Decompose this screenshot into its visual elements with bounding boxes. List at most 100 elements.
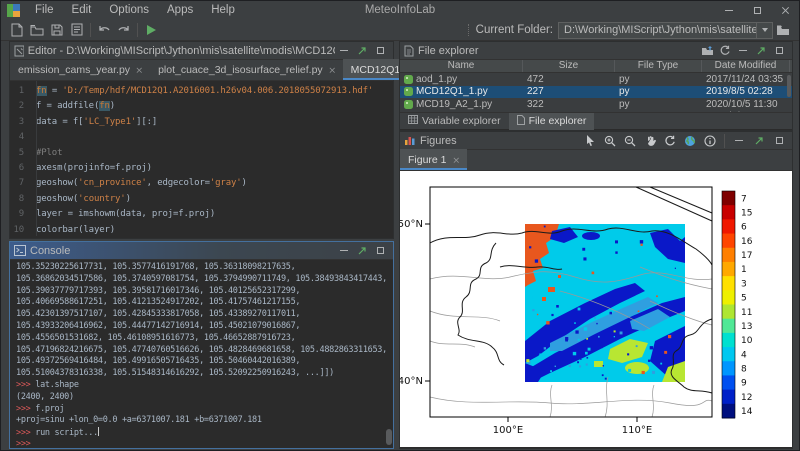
colorbar-label: 8 bbox=[741, 365, 747, 375]
console-line: 105.36862034517586, 105.3740597081754, 1… bbox=[16, 274, 389, 286]
console-line: 105.42301397517107, 105.42845333817058, … bbox=[16, 309, 389, 321]
colorbar-segment bbox=[722, 205, 735, 220]
code-line: 3data = f['LC_Type1'][:] bbox=[10, 115, 393, 130]
column-header[interactable]: Name bbox=[400, 60, 523, 72]
python-file-icon bbox=[404, 87, 413, 96]
editor-panel: Editor - D:\Working\MIScript\Jython\mis\… bbox=[9, 41, 394, 239]
minimize-button[interactable] bbox=[715, 1, 743, 19]
code-editor[interactable]: 1fn = 'D:/Temp/hdf/MCD12Q1.A2016001.h26v… bbox=[10, 81, 393, 236]
pan-hand-icon bbox=[645, 135, 656, 147]
file-type: py bbox=[615, 74, 702, 85]
save-all-button[interactable] bbox=[67, 21, 87, 39]
file-table-scrollbar[interactable] bbox=[787, 75, 791, 97]
file-name: aod_1.py bbox=[416, 74, 457, 85]
console-line: >>> lat.shape bbox=[16, 380, 389, 392]
undo-button[interactable] bbox=[94, 21, 114, 39]
new-file-button[interactable] bbox=[7, 21, 27, 39]
console-float-button[interactable] bbox=[353, 243, 371, 259]
figure-canvas[interactable]: 50°N 40°N 100°E 110°E 715616171351113104… bbox=[400, 171, 792, 447]
table-row[interactable]: aod_1.py472py2017/11/24 03:35 bbox=[400, 73, 792, 86]
file-table-rows: aod_1.py472py2017/11/24 03:35MCD12Q1_1.p… bbox=[400, 73, 792, 112]
run-script-button[interactable] bbox=[141, 21, 161, 39]
browse-folder-button[interactable] bbox=[773, 21, 793, 39]
file-explorer-maximize-button[interactable] bbox=[770, 43, 788, 59]
rotate-icon bbox=[664, 135, 676, 147]
table-row[interactable]: MCD19_A2_1.py322py2020/10/5 11:30 bbox=[400, 98, 792, 111]
tab-close-icon[interactable] bbox=[329, 67, 334, 72]
file-size: 472 bbox=[523, 74, 615, 85]
redo-button[interactable] bbox=[114, 21, 134, 39]
figures-maximize-button[interactable] bbox=[770, 133, 788, 149]
figures-float-button[interactable] bbox=[750, 133, 768, 149]
globe-tool-button[interactable] bbox=[681, 133, 699, 149]
console-line: 105.40669588617251, 105.41213524917202, … bbox=[16, 297, 389, 309]
identify-tool-button[interactable] bbox=[701, 133, 719, 149]
menu-help[interactable]: Help bbox=[202, 1, 244, 19]
console-line: 105.43933206416962, 105.44477142716914, … bbox=[16, 321, 389, 333]
zoom-out-button[interactable] bbox=[621, 133, 639, 149]
console-output[interactable]: 105.35230225617731, 105.3577416191768, 1… bbox=[10, 260, 393, 448]
menu-edit[interactable]: Edit bbox=[63, 1, 101, 19]
console-minimize-button[interactable] bbox=[335, 243, 353, 259]
table-row[interactable]: MCD12Q1_1.py227py2019/8/5 02:28 bbox=[400, 86, 792, 99]
explorer-tab-variable-explorer[interactable]: Variable explorer bbox=[400, 113, 509, 130]
tab-label: emission_cams_year.py bbox=[18, 64, 130, 76]
close-button[interactable] bbox=[771, 1, 799, 19]
refresh-button[interactable] bbox=[716, 43, 734, 59]
editor-tab[interactable]: plot_cuace_3d_isosurface_relief.py bbox=[150, 59, 343, 80]
globe-icon bbox=[684, 135, 696, 147]
maximize-button[interactable] bbox=[743, 1, 771, 19]
menu-file[interactable]: File bbox=[26, 1, 63, 19]
editor-float-button[interactable] bbox=[353, 43, 371, 59]
combo-dropdown-button[interactable] bbox=[756, 23, 772, 38]
toolbar-grip bbox=[468, 24, 472, 36]
console-line: 105.47196824216675, 105.47740760516626, … bbox=[16, 345, 389, 357]
editor-tab[interactable]: emission_cams_year.py bbox=[10, 59, 150, 80]
code-line: 9layer = imshowm(data, proj=f.proj) bbox=[10, 207, 393, 222]
refresh-icon bbox=[719, 45, 731, 57]
menu-apps[interactable]: Apps bbox=[158, 1, 202, 19]
file-table: NameSizeFile TypeDate Modified aod_1.py 4… bbox=[400, 60, 792, 112]
folder-up-button[interactable] bbox=[698, 43, 716, 59]
select-tool-button[interactable] bbox=[581, 133, 599, 149]
current-folder-combobox[interactable]: D:\Working\MIScript\Jython\mis\satellite… bbox=[558, 22, 773, 39]
column-header[interactable]: File Type bbox=[615, 60, 702, 72]
file-explorer-title: File explorer bbox=[418, 45, 479, 57]
colorbar-label: 9 bbox=[741, 379, 747, 389]
console-title: Console bbox=[30, 245, 70, 257]
column-header[interactable]: Date Modified bbox=[702, 60, 790, 72]
console-scrollbar[interactable] bbox=[386, 429, 392, 445]
code-line: 7geoshow('cn_province', edgecolor='gray'… bbox=[10, 176, 393, 191]
maximize-icon bbox=[377, 47, 384, 54]
column-header[interactable]: Size bbox=[523, 60, 615, 72]
file-date: 2020/3/19 10:45 bbox=[702, 111, 790, 112]
close-icon bbox=[781, 6, 790, 15]
editor-maximize-button[interactable] bbox=[371, 43, 389, 59]
editor-minimize-button[interactable] bbox=[335, 43, 353, 59]
cursor-arrow-icon bbox=[586, 135, 595, 146]
new-file-icon bbox=[11, 23, 23, 37]
colorbar-segment bbox=[722, 361, 735, 376]
colorbar-label: 6 bbox=[741, 223, 747, 233]
save-button[interactable] bbox=[47, 21, 67, 39]
figure-tab[interactable]: Figure 1 bbox=[400, 149, 467, 170]
figures-minimize-button[interactable] bbox=[730, 133, 748, 149]
explorer-tab-file-explorer[interactable]: File explorer bbox=[509, 113, 595, 130]
zoom-in-button[interactable] bbox=[601, 133, 619, 149]
colorbar-segment bbox=[722, 191, 735, 206]
tab-close-icon[interactable] bbox=[136, 67, 141, 72]
file-explorer-minimize-button[interactable] bbox=[734, 43, 752, 59]
colorbar-segment bbox=[722, 248, 735, 263]
code-line: 5#Plot bbox=[10, 146, 393, 161]
file-date: 2019/8/5 02:28 bbox=[702, 86, 790, 97]
file-explorer-float-button[interactable] bbox=[752, 43, 770, 59]
table-row[interactable]: MCD19_A2_2.py362py2020/3/19 10:45 bbox=[400, 111, 792, 113]
open-file-button[interactable] bbox=[27, 21, 47, 39]
tab-close-icon[interactable] bbox=[452, 157, 457, 162]
file-name: MCD19_A2_2.py bbox=[416, 111, 492, 112]
console-maximize-button[interactable] bbox=[371, 243, 389, 259]
pan-tool-button[interactable] bbox=[641, 133, 659, 149]
menu-options[interactable]: Options bbox=[100, 1, 158, 19]
rotate-tool-button[interactable] bbox=[661, 133, 679, 149]
editor-title: Editor - D:\Working\MIScript\Jython\mis\… bbox=[28, 45, 335, 57]
